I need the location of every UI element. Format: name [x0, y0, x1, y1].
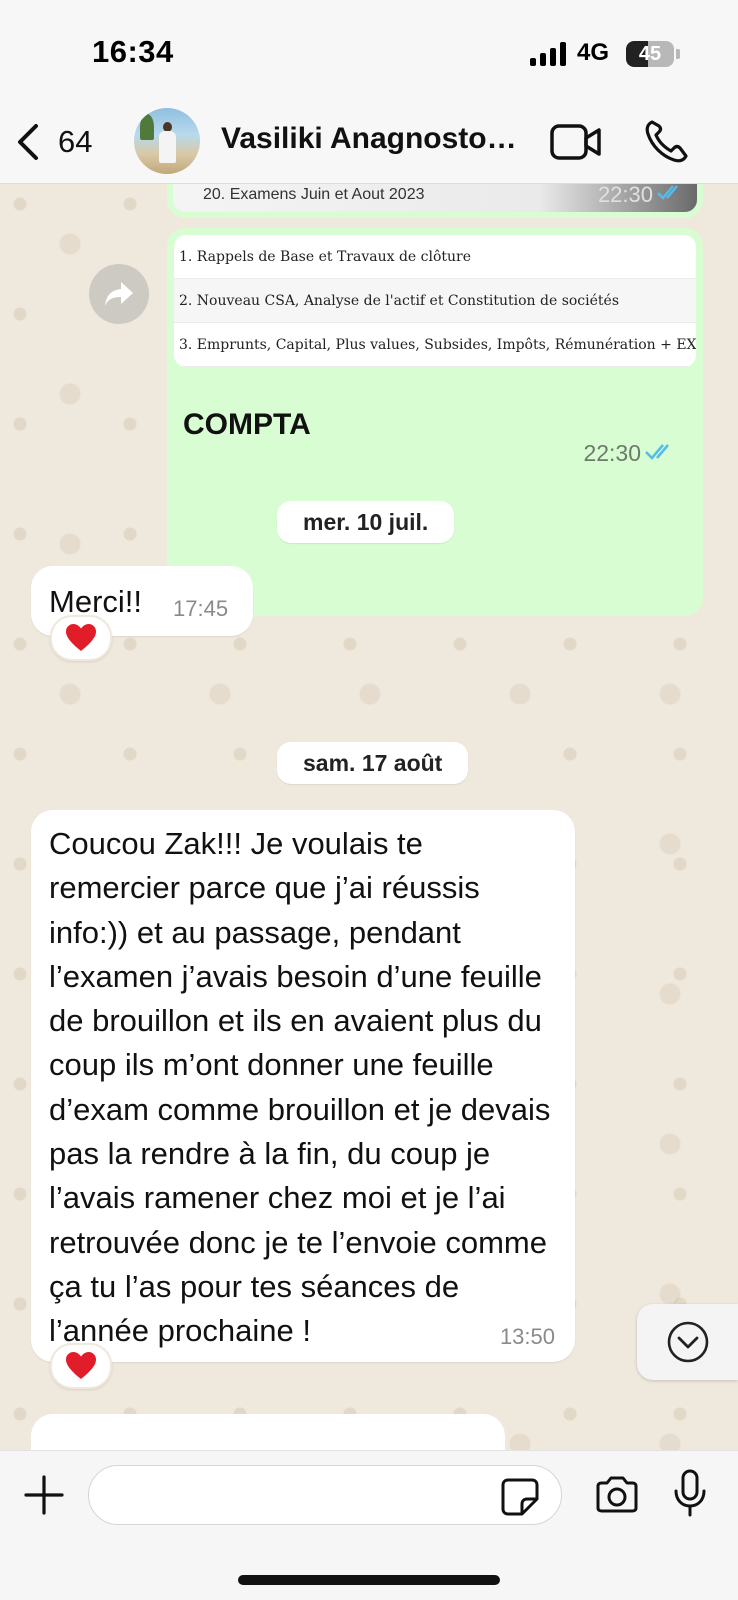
composer-bar — [0, 1450, 738, 1600]
chevron-down-circle-icon — [667, 1321, 708, 1363]
message-received[interactable]: Coucou Zak!!! Je voulais te remercier pa… — [31, 810, 575, 1362]
document-line: 2. Nouveau CSA, Analyse de l'actif et Co… — [174, 279, 696, 323]
signal-strength-icon — [530, 42, 566, 66]
forward-button[interactable] — [89, 264, 149, 324]
date-separator: sam. 17 août — [277, 742, 469, 784]
network-type: 4G — [577, 39, 610, 66]
battery-percent: 45 — [638, 43, 662, 65]
battery-icon: 45 — [626, 41, 674, 67]
document-caption: 20. Examens Juin et Aout 2023 — [203, 186, 425, 203]
avatar-palm — [140, 114, 154, 140]
microphone-icon — [674, 1469, 706, 1517]
heart-icon — [66, 624, 96, 651]
status-time: 16:34 — [92, 34, 174, 69]
back-button[interactable]: 64 — [14, 120, 104, 164]
document-line: 3. Emprunts, Capital, Plus values, Subsi… — [174, 323, 696, 367]
video-call-button[interactable] — [550, 120, 602, 164]
home-indicator — [238, 1575, 500, 1585]
message-document-previous[interactable]: 20. Examens Juin et Aout 2023 22:30 — [167, 184, 703, 218]
document-preview: 20. Examens Juin et Aout 2023 22:30 — [173, 184, 697, 212]
sticker-icon — [501, 1478, 539, 1516]
message-document[interactable]: 1. Rappels de Base et Travaux de clôture… — [167, 228, 703, 616]
avatar[interactable] — [134, 108, 200, 174]
plus-icon — [24, 1475, 64, 1515]
document-line: 1. Rappels de Base et Travaux de clôture — [174, 235, 696, 279]
message-caption: COMPTA — [183, 408, 311, 441]
message-text: Coucou Zak!!! Je voulais te remercier pa… — [49, 826, 551, 1349]
microphone-button[interactable] — [672, 1469, 708, 1519]
camera-icon — [596, 1476, 638, 1513]
chevron-left-icon — [18, 124, 38, 160]
whatsapp-chat-screen: 16:34 4G 45 64 Vasiliki Anagnostop... 20… — [0, 0, 738, 1600]
avatar-figure-body — [159, 131, 176, 163]
unread-count: 64 — [58, 124, 93, 159]
chat-header: 64 Vasiliki Anagnostop... — [0, 100, 738, 184]
heart-icon — [66, 1352, 96, 1379]
message-time: 13:50 — [499, 1324, 555, 1349]
message-received-partial[interactable] — [31, 1414, 505, 1450]
read-receipt-icon — [657, 185, 678, 200]
forward-arrow-icon — [105, 282, 133, 306]
contact-name[interactable]: Vasiliki Anagnostop... — [221, 122, 526, 156]
sticker-button[interactable] — [500, 1477, 540, 1517]
video-call-icon — [550, 124, 601, 160]
camera-button[interactable] — [594, 1475, 640, 1515]
voice-call-button[interactable] — [644, 118, 688, 164]
phone-icon — [645, 120, 688, 163]
message-input[interactable] — [88, 1465, 562, 1525]
reaction-badge[interactable] — [50, 1343, 112, 1389]
date-separator: mer. 10 juil. — [277, 501, 455, 543]
scroll-to-bottom-button[interactable] — [637, 1304, 738, 1380]
message-time: 17:45 — [173, 596, 229, 621]
message-time: 22:30 — [597, 184, 653, 207]
reaction-badge[interactable] — [50, 615, 112, 661]
message-text: Merci!! — [49, 584, 142, 619]
attach-button[interactable] — [22, 1473, 66, 1517]
read-receipt-icon — [645, 444, 669, 460]
battery-cap — [676, 49, 680, 59]
status-bar: 16:34 4G 45 — [0, 0, 738, 100]
message-time: 22:30 — [583, 440, 641, 466]
document-preview[interactable]: 1. Rappels de Base et Travaux de clôture… — [174, 235, 696, 367]
chat-messages[interactable]: 20. Examens Juin et Aout 2023 22:30 1. R… — [0, 184, 738, 1450]
